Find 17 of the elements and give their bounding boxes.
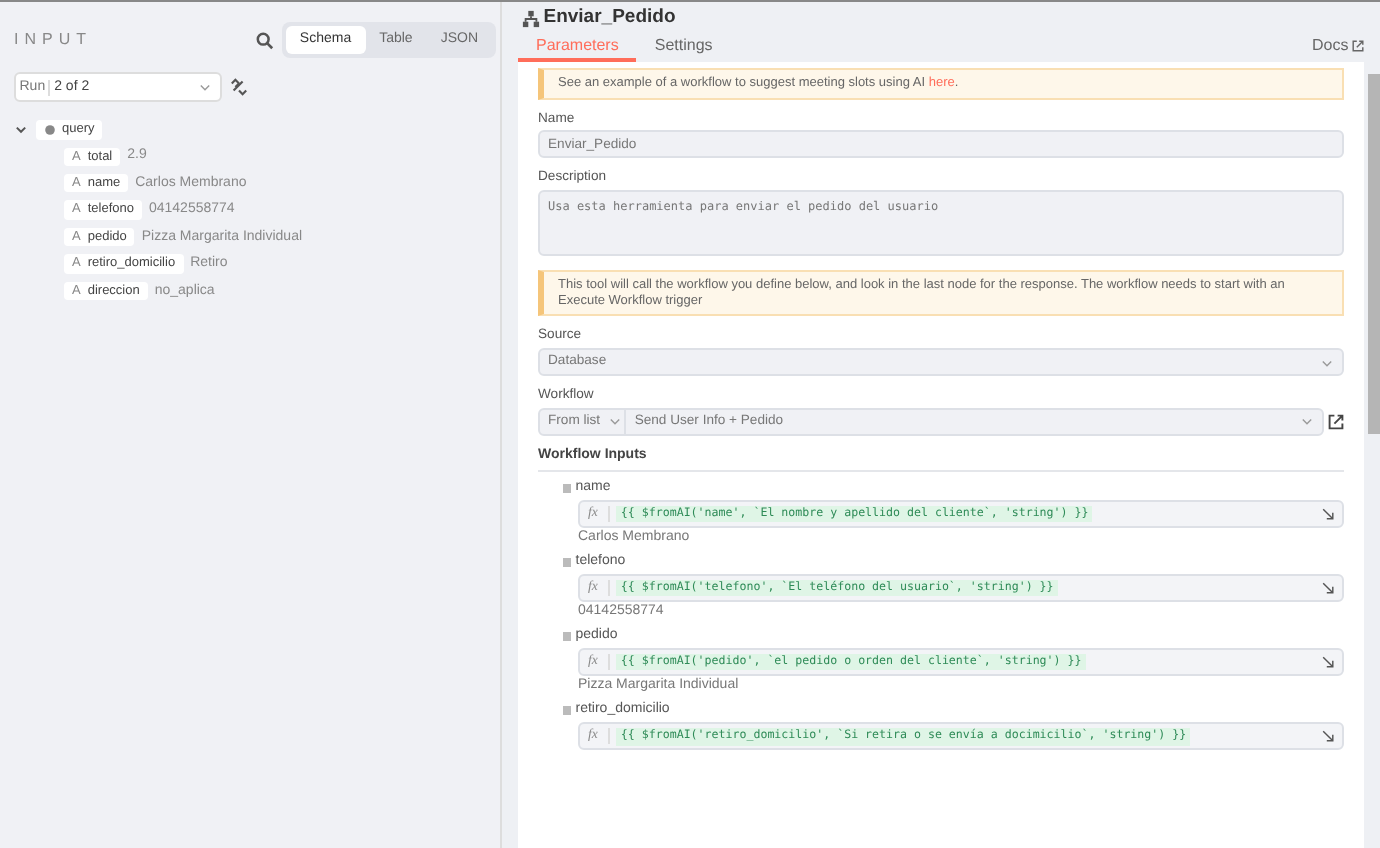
chevron-down-icon	[198, 80, 212, 95]
external-link-icon	[1352, 39, 1364, 52]
expand-icon[interactable]	[1322, 730, 1334, 743]
chevron-down-icon[interactable]	[14, 122, 28, 137]
expand-icon[interactable]	[1322, 656, 1334, 669]
chevron-down-icon	[607, 414, 622, 429]
chevron-down-icon	[1320, 355, 1334, 370]
panel-title: INPUT	[14, 30, 92, 50]
expand-icon[interactable]	[1322, 582, 1334, 595]
docs-link[interactable]: Docs	[1312, 36, 1364, 63]
workflow-icon	[522, 9, 540, 27]
chevron-down-icon	[1300, 414, 1315, 429]
expand-icon[interactable]	[1322, 507, 1334, 520]
search-icon[interactable]	[256, 31, 275, 50]
node-title: Enviar_Pedido	[543, 7, 676, 29]
external-link-icon[interactable]	[1328, 413, 1344, 430]
tab[interactable]: Settings	[636, 34, 731, 63]
